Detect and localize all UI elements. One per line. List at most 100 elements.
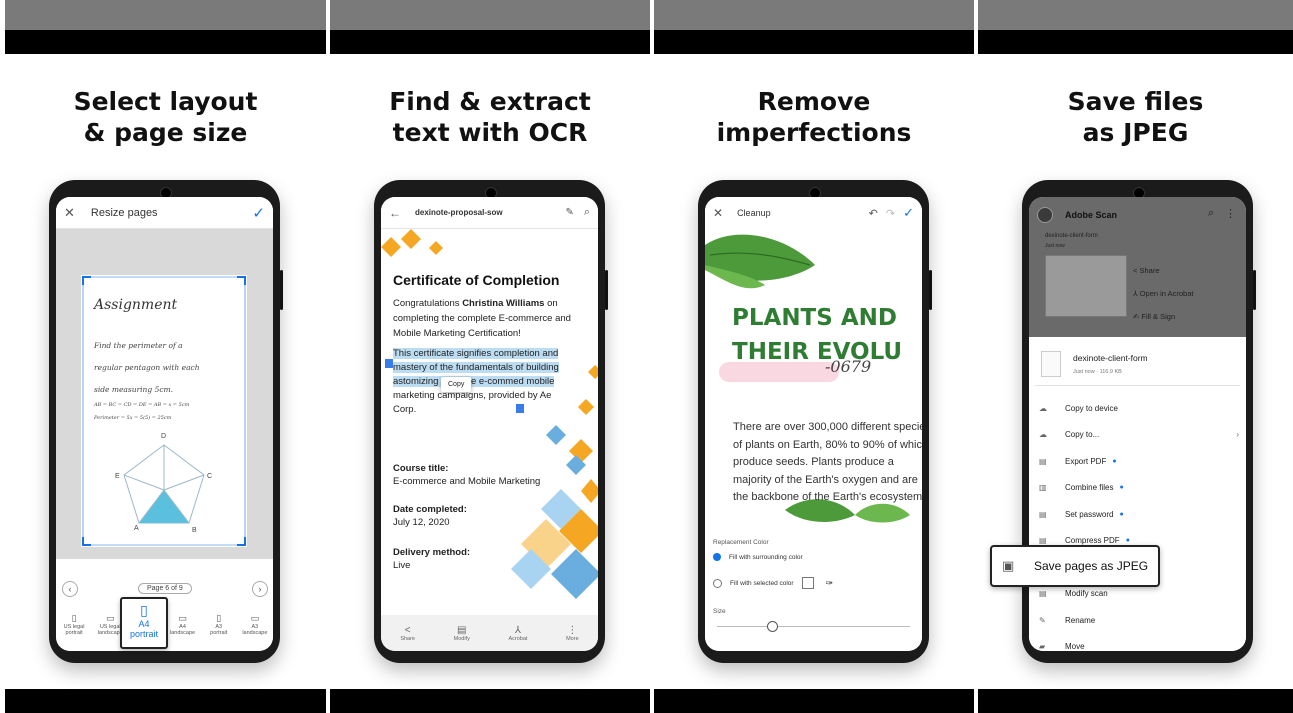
option-fill-surrounding[interactable]: Fill with surrounding color: [713, 553, 803, 561]
phone-screen: ✕ Cleanup ↶ ↷ ✓ PLANTS AND THEIR EVOLU -…: [705, 197, 922, 651]
color-swatch[interactable]: [801, 577, 814, 589]
size-option-a3-landscape[interactable]: ▭ A3 landscape: [240, 613, 270, 636]
redo-icon[interactable]: ↷: [886, 207, 895, 220]
pencil-icon[interactable]: ✎: [565, 207, 573, 218]
share-action[interactable]: < Share: [400, 625, 415, 642]
search-icon[interactable]: ⌕: [1208, 207, 1214, 220]
headline-line-1: Remove: [757, 87, 871, 116]
pen-icon: ✍: [1133, 312, 1140, 321]
size-label: landscape: [242, 630, 268, 636]
doc-equation: Perimeter = 5x = 5(5) = 25cm: [94, 415, 172, 421]
action-menu: ☁ Copy to device ☁ Copy to... › ▤ Export PDF…: [1039, 395, 1239, 651]
radio-unselected[interactable]: [713, 578, 722, 588]
headline-line-2: as JPEG: [1082, 118, 1189, 147]
menu-export-pdf[interactable]: ▤ Export PDF ●: [1039, 448, 1239, 475]
menu-dots-icon[interactable]: ⋮: [1225, 207, 1236, 220]
selected-text[interactable]: d mobile: [518, 376, 555, 387]
option-fill-selected[interactable]: Fill with selected color ✑: [713, 577, 833, 589]
date-info: Date completed: July 12, 2020: [393, 503, 467, 529]
menu-label: Save pages as JPEG: [1034, 559, 1149, 573]
size-option-a4-landscape[interactable]: ▭ A4 landscape: [168, 613, 198, 636]
page-icon: ▭: [250, 613, 260, 623]
recent-file-time: Just now: [1045, 243, 1065, 249]
size-option-a4-portrait[interactable]: ▯ A4 portrait: [120, 597, 168, 649]
ctx-label: Fill & Sign: [1141, 312, 1176, 321]
check-icon[interactable]: ✓: [903, 205, 914, 221]
vertex-label: B: [192, 527, 197, 534]
ctx-share[interactable]: < Share: [1133, 259, 1193, 282]
app-toolbar: ← dexinote-proposal-sow ✎ ⌕: [381, 197, 598, 229]
search-icon[interactable]: ⌕: [584, 206, 590, 219]
close-icon[interactable]: ✕: [713, 206, 723, 220]
ocr-text-block[interactable]: This certificate signifies completion an…: [393, 347, 571, 417]
eyedropper-icon[interactable]: ✑: [826, 578, 834, 589]
size-slider-thumb[interactable]: [767, 621, 778, 632]
menu-move[interactable]: ▰ Move: [1039, 634, 1239, 651]
back-arrow-icon[interactable]: ←: [389, 206, 401, 220]
headline-line-2: & page size: [83, 118, 248, 147]
action-label: More: [566, 635, 579, 642]
prev-page-button[interactable]: ‹: [62, 581, 78, 597]
file-thumbnail[interactable]: [1045, 255, 1127, 317]
size-option-us-legal-portrait[interactable]: ▯ US legal portrait: [59, 613, 89, 636]
chevron-right-icon: ›: [1236, 430, 1239, 440]
menu-copy-to-device[interactable]: ☁ Copy to device: [1039, 395, 1239, 422]
menu-combine-files[interactable]: ▥ Combine files ●: [1039, 475, 1239, 502]
ctx-fill-sign[interactable]: ✍ Fill & Sign: [1133, 305, 1193, 328]
more-action[interactable]: ⋮ More: [566, 625, 579, 642]
bottom-black-bar: [654, 689, 974, 713]
next-page-button[interactable]: ›: [252, 581, 268, 597]
headline-line-1: Select layout: [73, 87, 258, 116]
panel-headline: Remove imperfections: [654, 86, 974, 148]
bottom-action-bar: < Share ▤ Modify ⅄ Acrobat ⋮ More: [381, 615, 598, 651]
size-option-a3-portrait[interactable]: ▯ A3 portrait: [204, 613, 234, 636]
panel-ocr: Find & extract text with OCR ← dexinote-…: [330, 0, 650, 713]
modify-icon: ▤: [1039, 589, 1047, 599]
menu-copy-to[interactable]: ☁ Copy to... ›: [1039, 422, 1239, 449]
page-icon: ▯: [140, 602, 148, 618]
image-icon: ▣: [1002, 558, 1015, 573]
menu-set-password[interactable]: ▤ Set password ●: [1039, 501, 1239, 528]
menu-label: Modify scan: [1065, 589, 1108, 599]
top-gray-bar: [654, 0, 974, 30]
menu-save-pages-jpeg[interactable]: ▣ Save pages as JPEG: [990, 545, 1160, 587]
close-icon[interactable]: ✕: [64, 205, 75, 221]
body-text: There are over 300,000 different species…: [733, 421, 922, 503]
acrobat-action[interactable]: ⅄ Acrobat: [508, 625, 527, 642]
modify-action[interactable]: ▤ Modify: [454, 625, 470, 642]
ctx-open-acrobat[interactable]: ⅄ Open in Acrobat: [1133, 282, 1193, 305]
headline-line-2: imperfections: [716, 118, 912, 147]
phone-screen: ← dexinote-proposal-sow ✎ ⌕ Certificate …: [381, 197, 598, 651]
menu-label: Export PDF: [1065, 456, 1107, 466]
pdf-icon: ▤: [1039, 456, 1047, 466]
page-icon: ▭: [178, 613, 187, 623]
phone-frame: ✕ Cleanup ↶ ↷ ✓ PLANTS AND THEIR EVOLU -…: [698, 180, 932, 663]
app-toolbar: ✕ Cleanup ↶ ↷ ✓: [705, 197, 922, 229]
check-icon[interactable]: ✓: [252, 204, 265, 222]
side-button: [929, 270, 932, 310]
selection-handle-start[interactable]: [385, 359, 393, 368]
document-page: Assignment Find the perimeter of a regul…: [81, 275, 247, 547]
undo-icon[interactable]: ↶: [869, 207, 878, 220]
copy-popup[interactable]: Copy: [441, 377, 472, 392]
size-label: landscape: [170, 630, 196, 636]
radio-selected[interactable]: [713, 553, 721, 561]
file-icon: [1041, 351, 1061, 377]
headline-line-1: Find & extract: [389, 87, 591, 116]
side-button: [605, 270, 608, 310]
size-slider-track[interactable]: [717, 626, 910, 627]
share-icon: <: [1133, 266, 1138, 275]
size-label: Size: [713, 608, 726, 615]
recent-file-name: dexinote-client-form: [1045, 233, 1098, 239]
page-indicator: Page 6 of 9: [138, 583, 192, 594]
cleanup-options: Replacement Color Fill with surrounding …: [705, 535, 922, 651]
avatar[interactable]: [1037, 207, 1053, 223]
top-black-bar: [654, 30, 974, 54]
selection-handle-end[interactable]: [516, 404, 524, 413]
premium-badge-icon: ●: [1112, 457, 1117, 465]
bottom-black-bar: [5, 689, 326, 713]
menu-rename[interactable]: ✎ Rename: [1039, 607, 1239, 634]
option-label: Fill with surrounding color: [729, 553, 803, 561]
vertex-label: A: [134, 525, 139, 532]
top-black-bar: [978, 30, 1293, 54]
